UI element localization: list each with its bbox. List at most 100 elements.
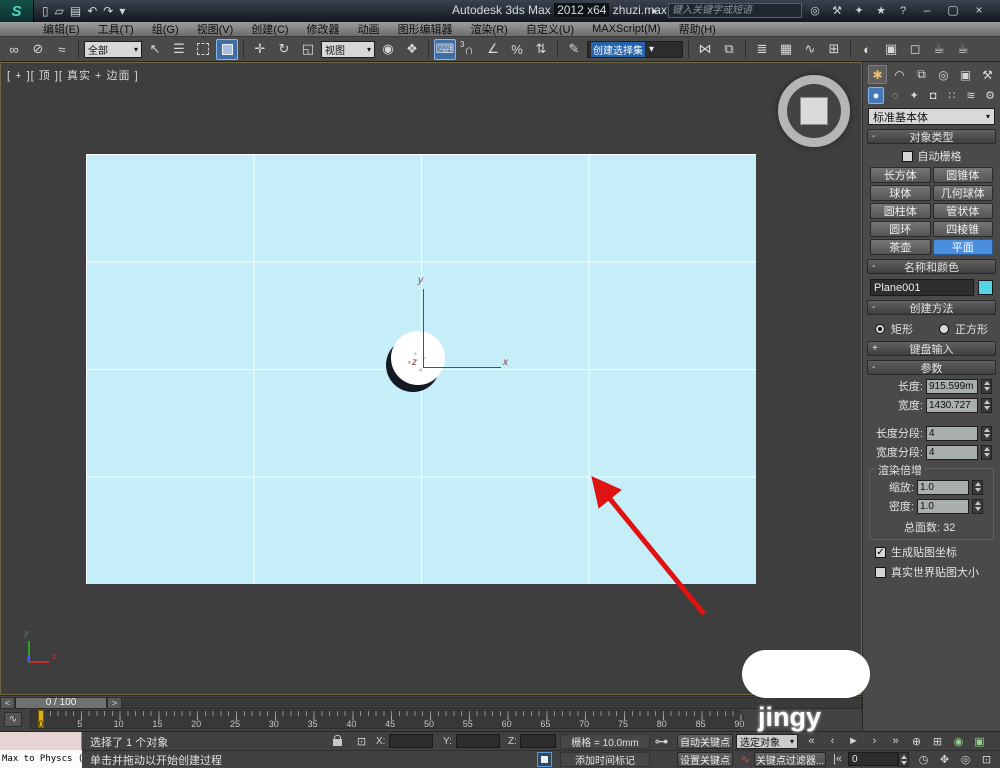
object-name-field[interactable]: Plane001 <box>870 279 974 296</box>
reference-coordinate-dropdown[interactable]: 视图▾ <box>321 41 375 58</box>
save-file-icon[interactable]: ▤ <box>70 4 81 18</box>
time-slider-handle[interactable]: 0 / 100 <box>15 697 107 709</box>
width-segs-spinner[interactable] <box>981 445 992 460</box>
key-filter-scope-dropdown[interactable]: 选定对象▾ <box>736 734 798 749</box>
gizmo-x-axis[interactable] <box>424 367 501 368</box>
communication-center-icon[interactable]: ✦ <box>850 4 868 17</box>
open-file-icon[interactable]: ▱ <box>55 4 64 18</box>
layer-manager-icon[interactable]: ≣ <box>751 39 773 60</box>
select-by-name-icon[interactable]: ☰ <box>168 39 190 60</box>
density-spinner[interactable] <box>972 499 983 514</box>
length-segs-spinner[interactable] <box>981 426 992 441</box>
y-coord-field[interactable] <box>456 734 500 748</box>
undo-icon[interactable]: ↶ <box>87 4 97 18</box>
key-filters-button[interactable]: 关键点过滤器... <box>754 752 826 767</box>
settings-wrench-icon[interactable]: ⚒ <box>828 4 846 17</box>
zoom-all-icon[interactable]: ⊞ <box>928 733 947 749</box>
absolute-mode-icon[interactable]: ⊡ <box>352 733 371 749</box>
button-cylinder[interactable]: 圆柱体 <box>870 203 931 219</box>
next-frame-icon[interactable]: › <box>865 733 884 749</box>
maxscript-mini-listener-pink[interactable] <box>0 732 82 750</box>
set-keys-curve-icon[interactable]: ∿ <box>736 751 755 767</box>
go-to-end-icon[interactable]: » <box>886 733 905 749</box>
rollout-object-type[interactable]: -对象类型 <box>867 129 996 144</box>
radio-rectangle[interactable] <box>875 324 885 334</box>
material-editor-icon[interactable]: ◐ <box>856 39 878 60</box>
use-pivot-center-icon[interactable]: ◉ <box>377 39 399 60</box>
button-tube[interactable]: 管状体 <box>933 203 994 219</box>
select-and-move-icon[interactable]: ✛ <box>249 39 271 60</box>
button-box[interactable]: 长方体 <box>870 167 931 183</box>
subtab-cameras[interactable]: ◘ <box>925 87 941 104</box>
tab-motion[interactable]: ◎ <box>934 65 953 84</box>
new-file-icon[interactable]: ▯ <box>42 4 49 18</box>
menu-views[interactable]: 视图(V) <box>188 21 243 37</box>
time-slider-prev-button[interactable]: < <box>0 697 15 709</box>
rendered-frame-window-icon[interactable]: ◻ <box>904 39 926 60</box>
menu-animation[interactable]: 动画 <box>349 21 389 37</box>
menu-help[interactable]: 帮助(H) <box>670 21 725 37</box>
button-plane[interactable]: 平面 <box>933 239 994 255</box>
zoom-extents-all-icon[interactable]: ▣ <box>970 733 989 749</box>
select-and-rotate-icon[interactable]: ↻ <box>273 39 295 60</box>
time-configuration-icon[interactable]: ◷ <box>914 751 933 767</box>
select-and-manipulate-icon[interactable]: ❖ <box>401 39 423 60</box>
radio-square[interactable] <box>939 324 949 334</box>
tab-hierarchy[interactable]: ⧉ <box>912 65 931 84</box>
schematic-view-icon[interactable]: ⊞ <box>823 39 845 60</box>
generate-mapping-coords-checkbox[interactable]: ✓ <box>875 547 886 558</box>
time-slider-track[interactable] <box>122 697 862 709</box>
rollout-parameters[interactable]: -参数 <box>867 360 996 375</box>
real-world-map-size-checkbox[interactable] <box>875 567 886 578</box>
menu-tools[interactable]: 工具(T) <box>89 21 143 37</box>
selection-filter-dropdown[interactable]: 全部▾ <box>84 41 142 58</box>
bind-to-space-warp-icon[interactable]: ≈ <box>51 39 73 60</box>
maximize-button[interactable]: ▢ <box>940 0 966 20</box>
subtab-space-warps[interactable]: ≋ <box>963 87 979 104</box>
viewport-label[interactable]: [ + ][ 顶 ][ 真实 + 边面 ] <box>7 67 139 83</box>
tab-create[interactable]: ✱ <box>868 65 887 84</box>
edit-named-selection-sets-icon[interactable]: ✎ <box>563 39 585 60</box>
autogrid-checkbox[interactable] <box>902 151 913 162</box>
help-icon[interactable]: ? <box>894 5 912 17</box>
length-spinner[interactable] <box>981 379 992 394</box>
menu-create[interactable]: 创建(C) <box>242 21 297 37</box>
subtab-systems[interactable]: ⚙ <box>982 87 998 104</box>
length-segs-field[interactable]: 4 <box>926 426 978 441</box>
rollout-name-color[interactable]: -名称和颜色 <box>867 259 996 274</box>
button-teapot[interactable]: 茶壶 <box>870 239 931 255</box>
search-input[interactable] <box>668 3 802 18</box>
zoom-extents-icon[interactable]: ◉ <box>949 733 968 749</box>
frame-spinner[interactable] <box>898 752 909 767</box>
button-cone[interactable]: 圆锥体 <box>933 167 994 183</box>
menu-rendering[interactable]: 渲染(R) <box>462 21 517 37</box>
width-spinner[interactable] <box>981 398 992 413</box>
selection-lock-icon[interactable] <box>333 739 342 746</box>
select-and-scale-icon[interactable]: ◱ <box>297 39 319 60</box>
orbit-icon[interactable]: ◎ <box>956 751 975 767</box>
pan-hand-icon[interactable]: ✥ <box>935 751 954 767</box>
named-selection-sets-dropdown[interactable]: 创建选择集▾ <box>587 41 683 58</box>
time-tag-icon[interactable] <box>537 752 552 767</box>
z-coord-field[interactable] <box>520 734 556 748</box>
current-frame-field[interactable]: 0 <box>848 752 898 766</box>
width-field[interactable]: 1430.727 <box>926 398 978 413</box>
keyboard-shortcut-override-icon[interactable]: ⌨ <box>434 39 456 60</box>
subtab-shapes[interactable]: ◌ <box>887 87 903 104</box>
minimize-button[interactable]: – <box>914 0 940 20</box>
rollout-keyboard-entry[interactable]: +键盘输入 <box>867 341 996 356</box>
tab-utilities[interactable]: ⚒ <box>978 65 997 84</box>
button-pyramid[interactable]: 四棱锥 <box>933 221 994 237</box>
spinner-snap-icon[interactable]: ⇅ <box>530 39 552 60</box>
unlink-selection-icon[interactable]: ⊘ <box>27 39 49 60</box>
rollout-creation-method[interactable]: -创建方法 <box>867 300 996 315</box>
favorites-star-icon[interactable]: ★ <box>872 4 890 17</box>
button-sphere[interactable]: 球体 <box>870 185 931 201</box>
tab-display[interactable]: ▣ <box>956 65 975 84</box>
subtab-geometry[interactable]: ● <box>868 87 884 104</box>
menu-modifiers[interactable]: 修改器 <box>298 21 349 37</box>
subtab-helpers[interactable]: ∷ <box>944 87 960 104</box>
previous-frame-icon[interactable]: ‹ <box>823 733 842 749</box>
render-production-icon[interactable]: ☕ <box>928 39 950 60</box>
mirror-icon[interactable]: ⋈ <box>694 39 716 60</box>
